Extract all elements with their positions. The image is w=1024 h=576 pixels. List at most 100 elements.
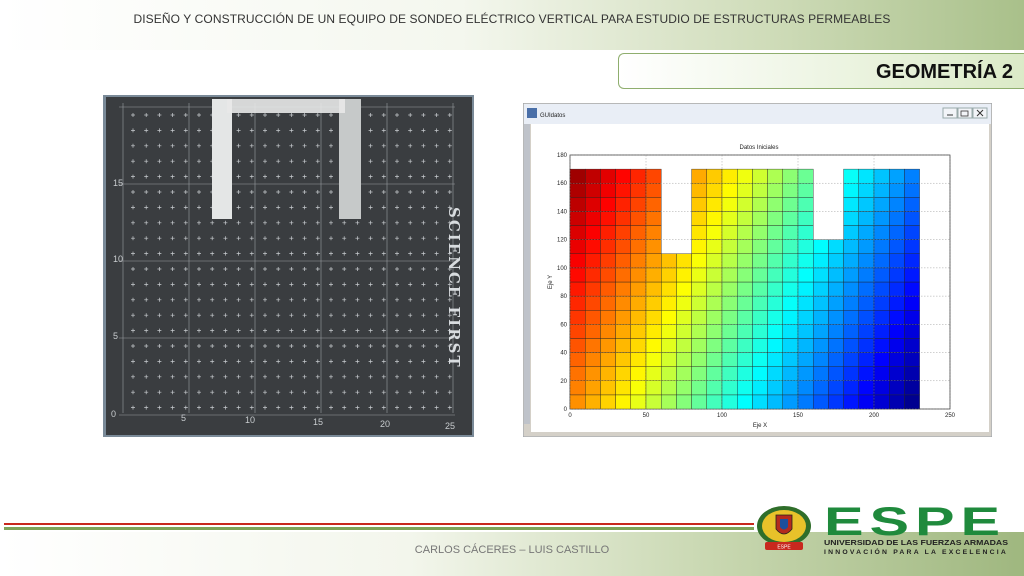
heatmap-cell (873, 295, 890, 311)
heatmap-cell (797, 394, 814, 410)
heatmap-cell (767, 267, 784, 283)
heatmap-cell (630, 225, 647, 240)
heatmap-cell (585, 366, 601, 381)
heatmap-cell (828, 366, 844, 381)
heatmap-cell (813, 366, 829, 381)
heatmap-cell (752, 239, 768, 254)
heatmap-cell (630, 253, 647, 269)
heatmap-cell (736, 239, 753, 254)
heatmap-cell (767, 253, 784, 269)
heatmap-cell (813, 281, 829, 297)
heatmap-cell (676, 338, 692, 353)
heatmap-cell (615, 295, 631, 311)
heatmap-cell (706, 183, 723, 198)
heatmap-cell (889, 352, 905, 367)
heatmap-cell (660, 366, 677, 381)
heatmap-cell (721, 211, 738, 226)
y-tick-label: 20 (560, 379, 567, 385)
heatmap-cell (782, 338, 799, 353)
heatmap-cell (585, 183, 601, 198)
heatmap-cell (889, 183, 905, 198)
heatmap-cell (858, 324, 875, 339)
heatmap-cell (858, 281, 875, 297)
heatmap-cell (645, 310, 662, 325)
heatmap-cell (782, 211, 799, 226)
heatmap-cell (615, 197, 631, 212)
heatmap-cell (828, 267, 844, 283)
y-tick-label: 80 (560, 294, 567, 300)
heatmap-cell (873, 338, 890, 353)
heatmap-cell (645, 239, 662, 254)
maximize-button[interactable] (957, 107, 973, 119)
heatmap-cell (843, 183, 860, 198)
heatmap-cell (797, 168, 814, 184)
heatmap-cell (660, 338, 677, 353)
heatmap-cell (873, 197, 890, 212)
heatmap-cell (569, 324, 586, 339)
heatmap-cell (736, 338, 753, 353)
heatmap-cell (858, 380, 875, 396)
heatmap-cell (569, 253, 586, 269)
heatmap-cell (569, 281, 586, 297)
heatmap-cell (782, 197, 799, 212)
heatmap-cell (569, 183, 586, 198)
photo-x-tick: 15 (313, 417, 323, 427)
heatmap-cell (706, 380, 723, 396)
heatmap-cell (585, 168, 601, 184)
heatmap-cell (676, 352, 692, 367)
heatmap-cell (585, 352, 601, 367)
heatmap-cell (600, 211, 616, 226)
heatmap-cell (706, 281, 723, 297)
board-photo: 0 5 10 15 20 25 5 10 15 SCIENCE FIRST (103, 95, 474, 437)
heatmap-cell (797, 380, 814, 396)
heatmap-cell (615, 183, 631, 198)
heatmap-cell (630, 352, 647, 367)
heatmap-cell (721, 197, 738, 212)
heatmap-cell (736, 324, 753, 339)
heatmap-cell (873, 253, 890, 269)
heatmap-cell (752, 197, 768, 212)
heatmap-cell (889, 225, 905, 240)
heatmap-cell (630, 183, 647, 198)
heatmap-cell (676, 310, 692, 325)
heatmap-cell (873, 352, 890, 367)
presentation-title: DISEÑO Y CONSTRUCCIÓN DE UN EQUIPO DE SO… (133, 12, 891, 26)
heatmap-cell (736, 267, 753, 283)
heatmap-cell (752, 324, 768, 339)
heatmap-cell (600, 281, 616, 297)
heatmap-cell (691, 295, 708, 311)
heatmap-cell (736, 380, 753, 396)
heatmap-cell (615, 352, 631, 367)
heatmap-cell (797, 239, 814, 254)
heatmap-cell (569, 197, 586, 212)
heatmap-cell (691, 380, 708, 396)
heatmap-cell (615, 225, 631, 240)
x-tick-label: 100 (717, 413, 728, 419)
heatmap-cell (706, 366, 723, 381)
heatmap-cell (660, 394, 677, 410)
heatmap-cell (585, 267, 601, 283)
heatmap-cell (630, 239, 647, 254)
heatmap-cell (889, 394, 905, 410)
heatmap-cell (691, 324, 708, 339)
heatmap-cell (645, 324, 662, 339)
heatmap-cell (782, 225, 799, 240)
heatmap-cell (585, 239, 601, 254)
heatmap-cell (858, 366, 875, 381)
photo-y-tick: 5 (113, 331, 118, 341)
heatmap-cell (813, 267, 829, 283)
heatmap-cell (889, 380, 905, 396)
photo-x-tick: 10 (245, 415, 255, 425)
heatmap-cell (843, 211, 860, 226)
heatmap-cell (843, 324, 860, 339)
heatmap-cell (752, 168, 768, 184)
minimize-button[interactable] (942, 107, 958, 119)
heatmap-cell (721, 225, 738, 240)
heatmap-cell (843, 394, 860, 410)
heatmap-cell (706, 239, 723, 254)
heatmap-cell (843, 168, 860, 184)
heatmap-cell (904, 338, 920, 353)
heatmap-cell (828, 310, 844, 325)
photo-y-tick: 10 (113, 254, 123, 264)
close-button[interactable] (972, 107, 988, 119)
